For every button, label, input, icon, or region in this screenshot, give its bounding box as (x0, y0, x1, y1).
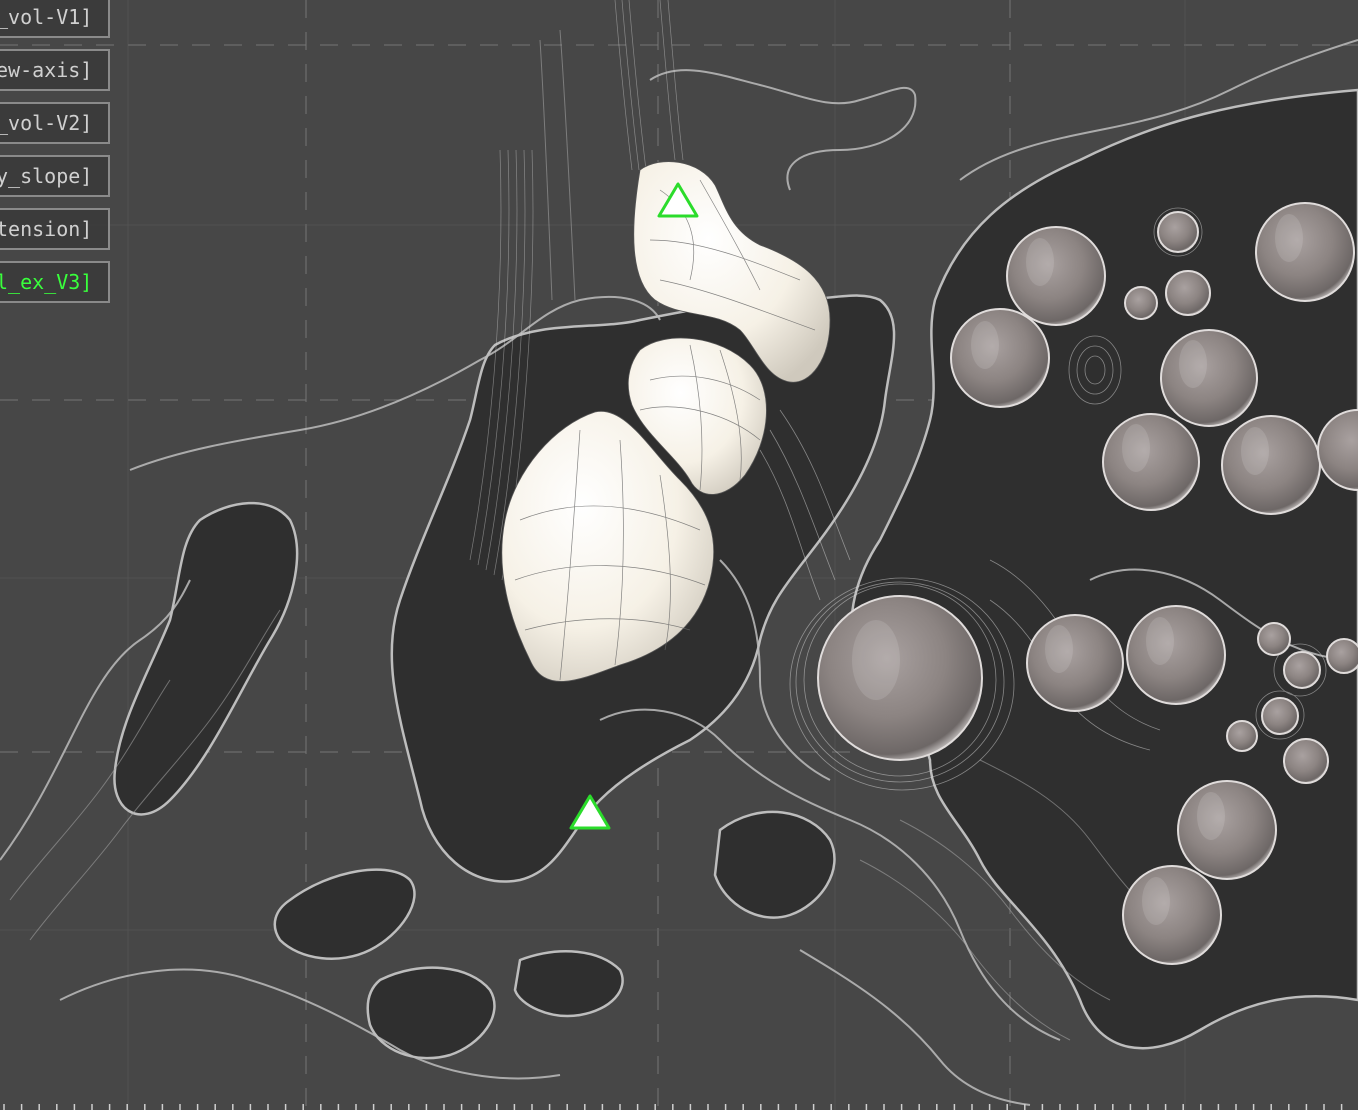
bottom-ruler (3, 1104, 1343, 1110)
layer-button-tension[interactable]: tension] (0, 208, 110, 250)
layer-button-view-axis[interactable]: ew-axis] (0, 49, 110, 91)
layer-button-slope[interactable]: y_slope] (0, 155, 110, 197)
terrain-scene (0, 0, 1358, 1110)
layer-button-vol-v1[interactable]: _vol-V1] (0, 0, 110, 38)
layer-button-ex-v3[interactable]: l_ex_V3] (0, 261, 110, 303)
layer-button-vol-v2[interactable]: _vol-V2] (0, 102, 110, 144)
model-viewport[interactable]: _vol-V1] ew-axis] _vol-V2] y_slope] tens… (0, 0, 1358, 1110)
